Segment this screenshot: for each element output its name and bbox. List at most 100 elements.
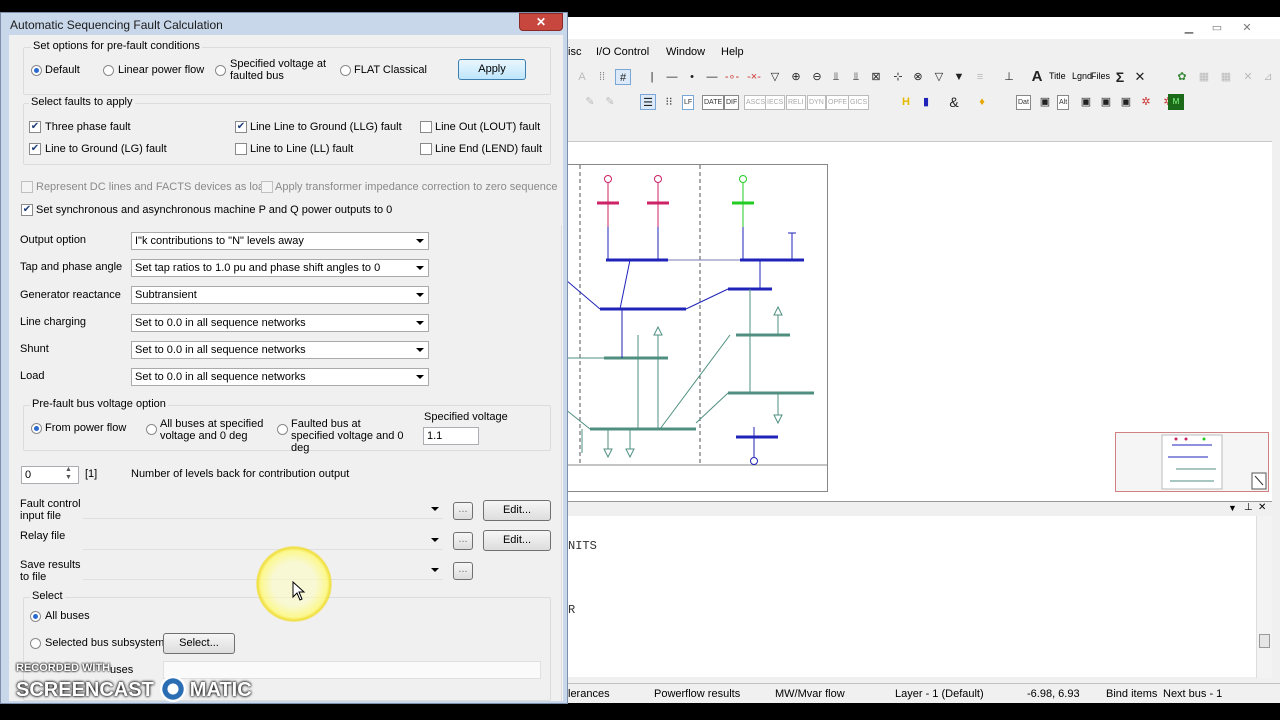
radio-flat-classical[interactable] bbox=[340, 65, 351, 76]
output-pin-icon[interactable]: ⊥ bbox=[1244, 502, 1253, 513]
tb-dyn[interactable]: DYN bbox=[807, 95, 826, 110]
chk-dc-facts[interactable] bbox=[21, 181, 33, 193]
output-option-select[interactable]: I"k contributions to "N" levels away bbox=[131, 232, 429, 250]
tool-c-icon[interactable]: ✕ bbox=[1240, 69, 1256, 85]
dialog-titlebar[interactable]: Automatic Sequencing Fault Calculation ✕ bbox=[1, 13, 567, 35]
highlight-icon[interactable]: H bbox=[898, 94, 914, 110]
brush-icon[interactable]: ✎ bbox=[602, 94, 618, 110]
title-tool[interactable]: Title bbox=[1049, 71, 1066, 81]
fault-control-file-select[interactable] bbox=[83, 501, 443, 519]
radio-all-buses[interactable] bbox=[30, 611, 41, 622]
apply-button[interactable]: Apply bbox=[458, 59, 526, 80]
buses-input[interactable] bbox=[163, 661, 541, 679]
branch-icon[interactable]: — bbox=[704, 69, 720, 85]
tb-lf[interactable]: LF bbox=[682, 95, 695, 110]
spinner-arrows-icon[interactable]: ▲ ▼ bbox=[65, 466, 72, 482]
switched-branch-icon[interactable]: -∘- bbox=[724, 69, 740, 85]
relay-edit-button[interactable]: Edit... bbox=[483, 530, 551, 551]
status-bind-items[interactable]: Bind items bbox=[1106, 688, 1157, 700]
config-icon[interactable]: ✿ bbox=[1174, 69, 1190, 85]
output-scroll-thumb[interactable] bbox=[1259, 634, 1270, 648]
tb-h-icon[interactable]: M bbox=[1168, 94, 1184, 110]
machine-icon[interactable]: ⊖ bbox=[809, 69, 825, 85]
ground-icon[interactable]: ≡ bbox=[972, 69, 988, 85]
tb-ascs[interactable]: ASCS bbox=[744, 95, 768, 110]
text-icon[interactable]: A bbox=[574, 69, 590, 85]
chk-lend[interactable] bbox=[420, 143, 432, 155]
shunt-select[interactable]: Set to 0.0 in all sequence networks bbox=[131, 341, 429, 359]
label-text-icon[interactable]: A bbox=[1029, 69, 1045, 85]
minimize-button[interactable]: ▁ bbox=[1176, 20, 1202, 36]
relay-file-select[interactable] bbox=[83, 532, 443, 550]
filter-icon[interactable]: ▽ bbox=[931, 69, 947, 85]
status-powerflow-results[interactable]: Powerflow results bbox=[654, 688, 740, 700]
bulb-icon[interactable]: ♦ bbox=[974, 94, 990, 110]
chk-lg[interactable]: ✔ bbox=[29, 143, 41, 155]
one-line-diagram[interactable] bbox=[559, 164, 828, 492]
line-charging-select[interactable]: Set to 0.0 in all sequence networks bbox=[131, 314, 429, 332]
chk-three-phase[interactable]: ✔ bbox=[29, 121, 41, 133]
tb-d-icon[interactable]: ▣ bbox=[1098, 94, 1114, 110]
tool-d-icon[interactable]: ⊿ bbox=[1260, 69, 1276, 85]
phone-icon[interactable]: ▮ bbox=[918, 94, 934, 110]
grid-icon[interactable]: # bbox=[615, 69, 631, 85]
tb-dat[interactable]: Dat bbox=[1016, 95, 1031, 110]
three-winding-icon[interactable]: ⫫ bbox=[848, 69, 864, 85]
menu-item-io-control[interactable]: I/O Control bbox=[596, 46, 649, 58]
fault-control-browse-button[interactable]: ... bbox=[453, 502, 473, 520]
close-app-button[interactable]: ✕ bbox=[1234, 20, 1260, 36]
menu-item-window[interactable]: Window bbox=[666, 46, 705, 58]
radio-from-power-flow[interactable] bbox=[31, 423, 42, 434]
output-scrollbar[interactable] bbox=[1256, 516, 1272, 678]
shunt-icon[interactable]: ⊗ bbox=[910, 69, 926, 85]
radio-all-buses-specified[interactable] bbox=[146, 424, 157, 435]
svc-icon[interactable]: ⊹ bbox=[890, 69, 906, 85]
chk-machine-pq[interactable]: ✔ bbox=[21, 204, 33, 216]
delete-icon[interactable]: ✕ bbox=[1132, 69, 1148, 85]
tool-a-icon[interactable]: ▦ bbox=[1196, 69, 1212, 85]
overview-minimap[interactable] bbox=[1115, 432, 1269, 492]
facts-icon[interactable]: ⊠ bbox=[868, 69, 884, 85]
tool-b-icon[interactable]: ▦ bbox=[1218, 69, 1234, 85]
output-close-icon[interactable]: ✕ bbox=[1258, 502, 1266, 513]
radio-specified-voltage[interactable] bbox=[215, 65, 226, 76]
radio-faulted-bus-specified[interactable] bbox=[277, 424, 288, 435]
tb-iecs[interactable]: IECS bbox=[765, 95, 786, 110]
dialog-scrollbar[interactable] bbox=[561, 225, 563, 701]
menu-item-help[interactable]: Help bbox=[721, 46, 744, 58]
ampersand-icon[interactable]: & bbox=[946, 94, 962, 110]
generator-icon[interactable]: ⊕ bbox=[788, 69, 804, 85]
pencil-icon[interactable]: ✎ bbox=[582, 94, 598, 110]
radio-linear-power-flow[interactable] bbox=[103, 65, 114, 76]
load-icon[interactable]: ▽ bbox=[767, 69, 783, 85]
status-layer[interactable]: Layer - 1 (Default) bbox=[895, 688, 984, 700]
tb-opfe[interactable]: OPFE bbox=[826, 95, 850, 110]
legend-tool[interactable]: Lgnd bbox=[1072, 71, 1092, 81]
breaker-icon[interactable]: -×- bbox=[746, 69, 762, 85]
generator-reactance-select[interactable]: Subtransient bbox=[131, 286, 429, 304]
menu-item-misc[interactable]: isc bbox=[568, 46, 581, 58]
maximize-button[interactable]: ▭ bbox=[1204, 20, 1230, 36]
tap-phase-select[interactable]: Set tap ratios to 1.0 pu and phase shift… bbox=[131, 259, 429, 277]
chk-llg[interactable]: ✔ bbox=[235, 121, 247, 133]
tb-f-icon[interactable]: ✲ bbox=[1138, 94, 1154, 110]
specified-voltage-input[interactable]: 1.1 bbox=[423, 427, 479, 445]
fault-control-edit-button[interactable]: Edit... bbox=[483, 500, 551, 521]
tb-reli[interactable]: RELI bbox=[786, 95, 806, 110]
load-select[interactable]: Set to 0.0 in all sequence networks bbox=[131, 368, 429, 386]
status-flow-units[interactable]: MW/Mvar flow bbox=[775, 688, 845, 700]
tb-dif[interactable]: DIF bbox=[724, 95, 740, 110]
bus-vertical-icon[interactable]: | bbox=[644, 69, 660, 85]
tb-b-icon[interactable]: ▣ bbox=[1037, 94, 1053, 110]
list-icon[interactable]: ☰ bbox=[640, 94, 656, 110]
bus-horizontal-icon[interactable]: — bbox=[664, 69, 680, 85]
annotation-icon[interactable]: ⊥ bbox=[1001, 69, 1017, 85]
dots-icon[interactable]: ⁞⁞ bbox=[594, 69, 610, 85]
tb-c-icon[interactable]: ▣ bbox=[1078, 94, 1094, 110]
tb-gics[interactable]: GICS bbox=[848, 95, 870, 110]
chk-xfmr-correction[interactable] bbox=[261, 181, 273, 193]
chk-lout[interactable] bbox=[420, 121, 432, 133]
columns-icon[interactable]: ⁝⁝ bbox=[661, 94, 677, 110]
output-dropdown-icon[interactable]: ▼ bbox=[1228, 503, 1237, 513]
down-arrow-icon[interactable]: ▼ bbox=[951, 69, 967, 85]
